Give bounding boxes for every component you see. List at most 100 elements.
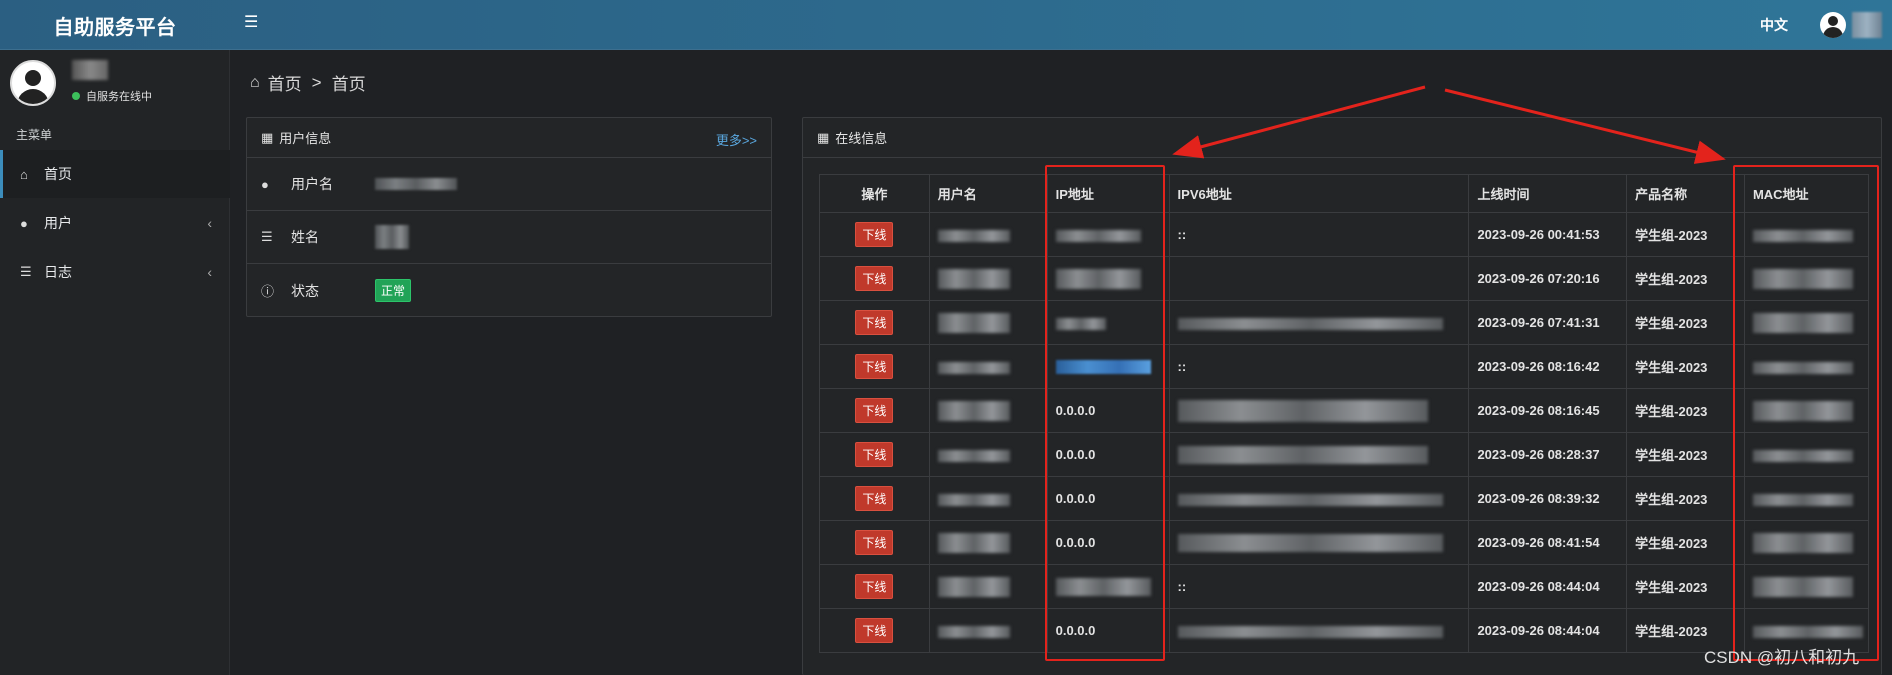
login-time: 2023-09-26 00:41:53	[1468, 212, 1628, 257]
offline-button[interactable]: 下线	[855, 354, 894, 379]
offline-button[interactable]: 下线	[855, 486, 894, 511]
online-status: 自服务在线中	[72, 88, 152, 104]
product-name: 学生组-2023	[1626, 212, 1745, 257]
offline-button[interactable]: 下线	[855, 222, 894, 247]
offline-button[interactable]: 下线	[855, 442, 894, 467]
product-name: 学生组-2023	[1626, 300, 1745, 345]
top-navbar: 自助服务平台 ☰ 中文	[0, 0, 1892, 50]
info-label: 用户名	[291, 176, 333, 192]
ipv6-redacted	[1177, 445, 1428, 464]
info-row-status: ⓘ 状态 正常	[247, 264, 771, 317]
offline-button[interactable]: 下线	[855, 266, 894, 291]
status-badge: 正常	[375, 279, 412, 302]
ip-cell: 0.0.0.0	[1046, 388, 1170, 433]
hamburger-icon[interactable]: ☰	[244, 15, 260, 31]
table-row: 下线 :: 2023-09-26 08:44:04 学生组-2023	[819, 564, 1870, 609]
panel-header: ▦ 在线信息	[803, 118, 1881, 158]
panel-title: 在线信息	[835, 131, 888, 146]
table-header-row: 操作 用户名 IP地址 IPV6地址 上线时间 产品名称 MAC地址	[819, 174, 1870, 213]
info-row-username: ● 用户名	[247, 158, 771, 211]
info-icon: ⓘ	[261, 284, 275, 299]
offline-button[interactable]: 下线	[855, 310, 894, 335]
ip-cell: 0.0.0.0	[1046, 520, 1170, 565]
table-row: 下线 0.0.0.0 2023-09-26 08:41:54 学生组-2023	[819, 520, 1870, 565]
avatar-icon[interactable]	[1820, 12, 1846, 38]
login-time: 2023-09-26 08:44:04	[1468, 608, 1628, 653]
column-header: MAC地址	[1743, 174, 1870, 213]
username-redacted	[937, 312, 1010, 333]
info-label: 状态	[291, 282, 319, 299]
sidebar-item-home[interactable]: ⌂ 首页	[0, 150, 230, 198]
login-time: 2023-09-26 08:39:32	[1468, 476, 1628, 521]
online-status-text: 自服务在线中	[86, 91, 152, 103]
breadcrumb-separator: >	[311, 72, 322, 92]
grid-icon: ▦	[817, 129, 830, 145]
offline-button[interactable]: 下线	[855, 530, 894, 555]
panel-header: ▦ 用户信息 更多>>	[247, 118, 771, 158]
user-avatar	[10, 60, 56, 106]
mac-redacted	[1752, 312, 1853, 333]
table-row: 下线 :: 2023-09-26 00:41:53 学生组-2023	[819, 212, 1870, 257]
product-name: 学生组-2023	[1626, 388, 1745, 433]
breadcrumb-home[interactable]: 首页	[268, 70, 302, 95]
language-switch[interactable]: 中文	[1760, 15, 1788, 35]
sidebar-item-user[interactable]: ● 用户 ‹	[0, 199, 230, 247]
mac-redacted	[1752, 532, 1853, 553]
username-redacted	[937, 576, 1010, 597]
watermark: CSDN @初八和初九	[1704, 648, 1860, 667]
login-time: 2023-09-26 07:41:31	[1468, 300, 1628, 345]
ipv6-cell	[1168, 256, 1470, 301]
username-redacted	[937, 532, 1010, 553]
login-time: 2023-09-26 08:16:42	[1468, 344, 1628, 389]
ip-cell: 0.0.0.0	[1046, 608, 1170, 653]
table-row: 下线 0.0.0.0 2023-09-26 08:28:37 学生组-2023	[819, 432, 1870, 477]
mac-redacted	[1752, 400, 1853, 421]
column-header: 产品名称	[1626, 174, 1745, 213]
sidebar-item-log[interactable]: ☰ 日志 ‹	[0, 248, 230, 296]
offline-button[interactable]: 下线	[855, 618, 894, 643]
more-link[interactable]: 更多>>	[716, 130, 757, 149]
product-name: 学生组-2023	[1626, 476, 1745, 521]
user-info-panel: ▦ 用户信息 更多>> ● 用户名 ☰ 姓名 ⓘ 状态 正常	[246, 117, 772, 317]
online-info-panel: ▦ 在线信息 操作 用户名 IP地址 IPV6地址 上线时间 产品名称 MAC地…	[802, 117, 1882, 675]
user-icon: ●	[20, 215, 28, 231]
column-header: 用户名	[928, 174, 1048, 213]
info-row-name: ☰ 姓名	[247, 211, 771, 264]
mac-redacted	[1752, 449, 1853, 462]
column-header: 上线时间	[1468, 174, 1628, 213]
product-name: 学生组-2023	[1626, 520, 1745, 565]
mac-redacted	[1752, 229, 1853, 242]
column-header: IPV6地址	[1168, 174, 1470, 213]
online-dot-icon	[72, 92, 80, 100]
ip-redacted	[1055, 317, 1106, 330]
brand-title[interactable]: 自助服务平台	[0, 0, 230, 50]
menu-header: 主菜单	[16, 128, 53, 142]
ip-redacted	[1055, 229, 1141, 242]
user-icon: ●	[261, 176, 269, 192]
mac-redacted	[1752, 625, 1863, 638]
login-time: 2023-09-26 08:28:37	[1468, 432, 1628, 477]
ipv6-cell: ::	[1168, 212, 1470, 257]
table-row: 下线 2023-09-26 07:41:31 学生组-2023	[819, 300, 1870, 345]
mac-redacted	[1752, 576, 1853, 597]
home-icon[interactable]: ⌂	[250, 74, 260, 92]
table-row: 下线 :: 2023-09-26 08:16:42 学生组-2023	[819, 344, 1870, 389]
ipv6-redacted	[1177, 493, 1443, 506]
ipv6-cell: ::	[1168, 344, 1470, 389]
info-label: 姓名	[291, 229, 319, 245]
login-time: 2023-09-26 08:44:04	[1468, 564, 1628, 609]
offline-button[interactable]: 下线	[855, 398, 894, 423]
ipv6-redacted	[1177, 399, 1428, 422]
login-time: 2023-09-26 08:41:54	[1468, 520, 1628, 565]
ip-redacted	[1055, 360, 1151, 375]
chevron-left-icon: ‹	[207, 215, 212, 231]
table-row: 下线 0.0.0.0 2023-09-26 08:16:45 学生组-2023	[819, 388, 1870, 433]
login-time: 2023-09-26 07:20:16	[1468, 256, 1628, 301]
ipv6-redacted	[1177, 533, 1443, 552]
username-redacted	[937, 268, 1010, 289]
username-redacted	[937, 493, 1010, 506]
offline-button[interactable]: 下线	[855, 574, 894, 599]
breadcrumb: ⌂ 首页 > 首页	[250, 70, 366, 95]
top-username-redacted[interactable]	[1852, 12, 1882, 38]
sidebar-item-label: 日志	[44, 264, 72, 280]
